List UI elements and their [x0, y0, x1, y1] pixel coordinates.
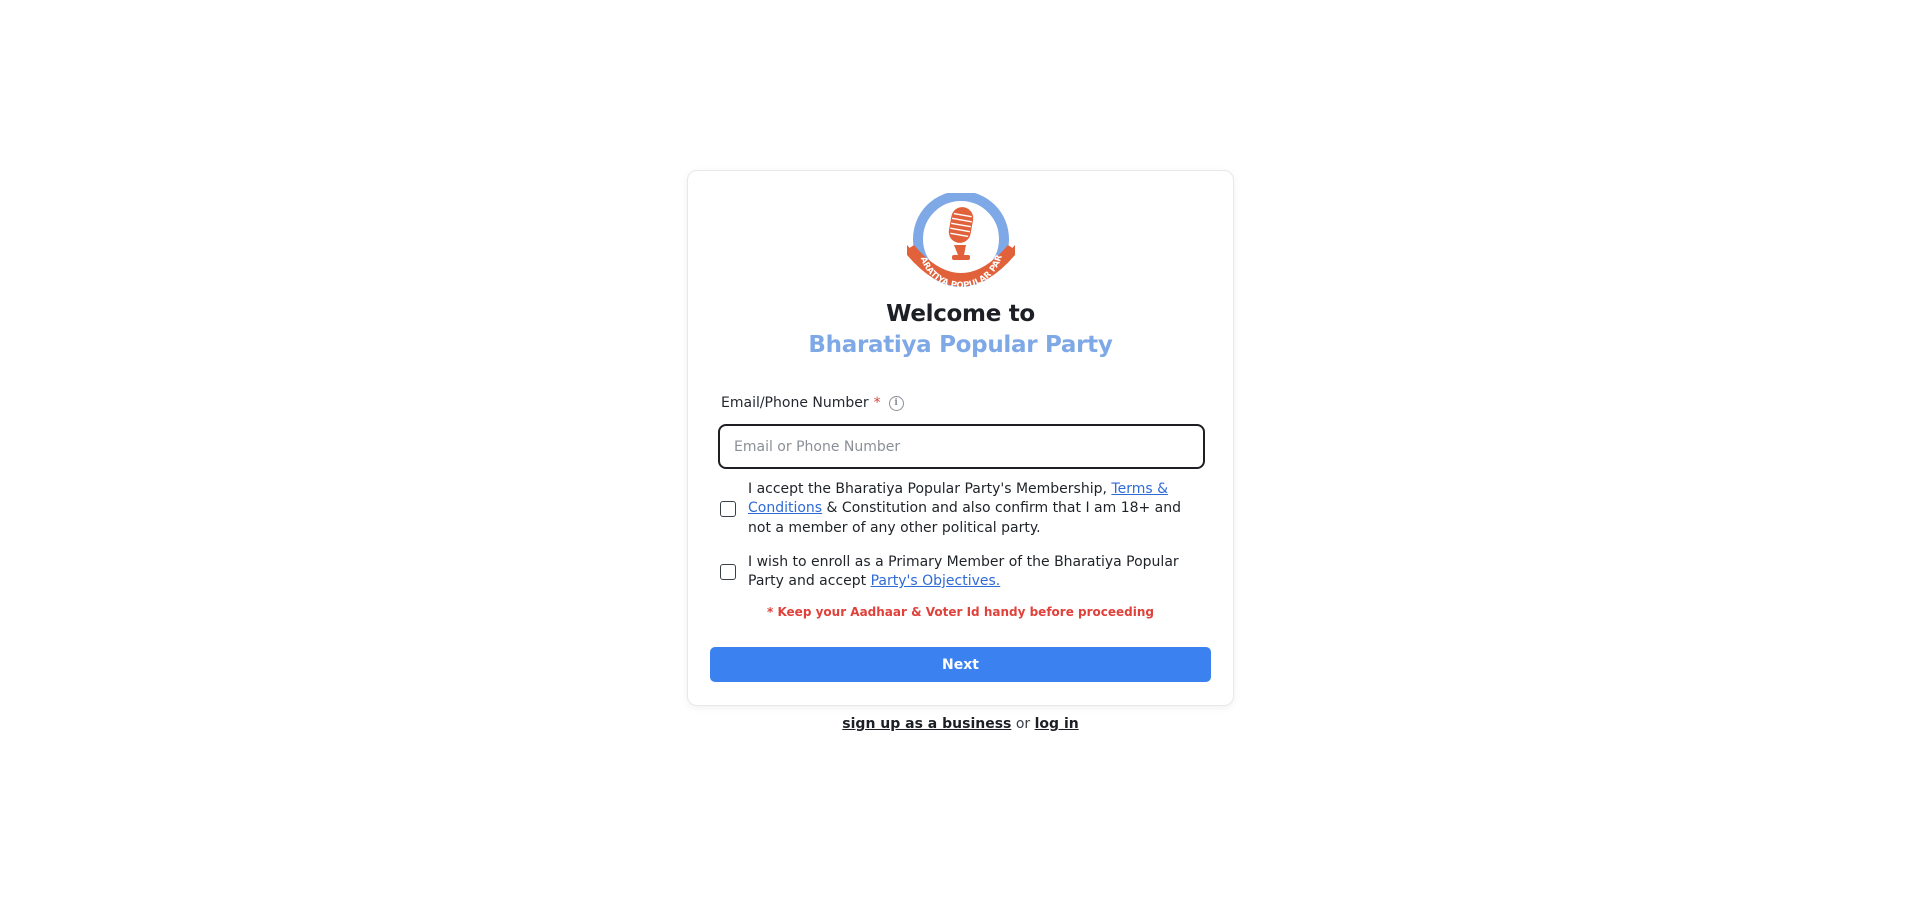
login-link[interactable]: log in: [1035, 716, 1079, 732]
terms-text-before: I accept the Bharatiya Popular Party's M…: [748, 480, 1112, 497]
welcome-heading: Welcome to: [886, 301, 1035, 327]
signup-card: BHARATIYA POPULAR PARTY Welcome to Bhara…: [687, 170, 1234, 706]
email-phone-input[interactable]: [718, 424, 1205, 469]
email-label-text: Email/Phone Number: [721, 395, 869, 411]
membership-consent-text: I wish to enroll as a Primary Member of …: [748, 553, 1200, 592]
page: BHARATIYA POPULAR PARTY Welcome to Bhara…: [0, 0, 1920, 905]
brand-heading: Bharatiya Popular Party: [808, 332, 1113, 358]
membership-consent-row: I wish to enroll as a Primary Member of …: [720, 553, 1200, 591]
aadhaar-voter-note: * Keep your Aadhaar & Voter Id handy bef…: [767, 605, 1154, 619]
next-button[interactable]: Next: [710, 647, 1211, 682]
info-icon[interactable]: i: [888, 395, 904, 411]
terms-consent-text: I accept the Bharatiya Popular Party's M…: [748, 480, 1200, 539]
party-objectives-link[interactable]: Party's Objectives.: [871, 573, 1001, 589]
footer-or: or: [1015, 716, 1035, 732]
terms-consent-row: I accept the Bharatiya Popular Party's M…: [720, 479, 1200, 539]
party-logo: BHARATIYA POPULAR PARTY: [904, 193, 1015, 291]
email-label: Email/Phone Number * i: [721, 395, 904, 411]
terms-checkbox[interactable]: [720, 501, 736, 517]
membership-checkbox[interactable]: [720, 564, 736, 580]
required-mark: *: [873, 395, 881, 411]
business-signup-link[interactable]: sign up as a business: [842, 716, 1011, 732]
footer-links: sign up as a business or log in: [687, 716, 1234, 732]
